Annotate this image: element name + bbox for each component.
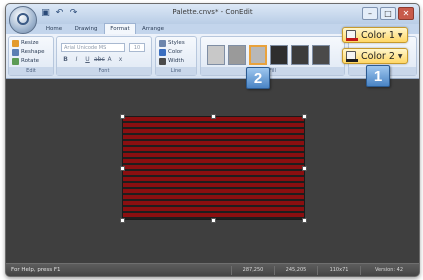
- fill-swatch[interactable]: [228, 45, 246, 65]
- status-help-text: For Help, press F1: [11, 267, 61, 273]
- close-button[interactable]: ✕: [398, 7, 414, 20]
- status-shape-size: 110x71: [317, 266, 360, 275]
- font-color-button[interactable]: A: [105, 56, 114, 64]
- resize-handle-ne[interactable]: [302, 114, 307, 119]
- line-color-button[interactable]: Color: [159, 48, 182, 56]
- shape-stripe: [123, 127, 304, 129]
- line-styles-button[interactable]: Styles: [159, 39, 185, 47]
- resize-icon: [12, 39, 19, 47]
- line-styles-label: Styles: [168, 40, 185, 46]
- fill-group-label: Fill: [201, 67, 344, 75]
- shape-stripe: [123, 211, 304, 213]
- resize-handle-e[interactable]: [302, 166, 307, 171]
- reshape-button[interactable]: Reshape: [12, 48, 45, 56]
- font-group: Arial Unicode MS 10 B I U abc A x Font: [56, 36, 152, 76]
- resize-button[interactable]: Resize: [12, 39, 39, 47]
- fill-swatch[interactable]: [207, 45, 225, 65]
- font-size-field[interactable]: 10: [129, 43, 145, 52]
- status-version: Version: 42: [360, 266, 417, 275]
- font-format-buttons: B I U abc A x: [61, 56, 125, 64]
- color1-button[interactable]: Color 1 ▼: [342, 27, 408, 43]
- clear-format-button[interactable]: x: [116, 56, 125, 64]
- status-shape-position: 245,205: [274, 266, 317, 275]
- shape-stripe: [123, 133, 304, 135]
- reshape-icon: [12, 48, 19, 56]
- window-title: Palette.cnvs* - ConEdit: [172, 8, 253, 16]
- line-width-button[interactable]: Width: [159, 57, 184, 65]
- chevron-down-icon: ▼: [397, 52, 403, 60]
- edit-group-label: Edit: [9, 67, 53, 75]
- color2-label: Color 2: [361, 50, 395, 62]
- app-logo-icon: [17, 13, 29, 25]
- status-cursor-position: 287,250: [231, 266, 274, 275]
- status-bar: For Help, press F1 287,250 245,205 110x7…: [6, 263, 419, 276]
- bold-button[interactable]: B: [61, 56, 70, 64]
- font-name-field[interactable]: Arial Unicode MS: [61, 43, 125, 52]
- line-color-label: Color: [168, 49, 183, 55]
- shape-stripe: [123, 145, 304, 147]
- shape-stripe: [123, 121, 304, 123]
- line-width-label: Width: [168, 58, 184, 64]
- drawing-canvas[interactable]: [6, 79, 419, 263]
- fill-swatch[interactable]: [291, 45, 309, 65]
- app-menu-button[interactable]: [9, 6, 37, 34]
- tab-drawing[interactable]: Drawing: [70, 24, 102, 34]
- line-width-icon: [159, 57, 166, 65]
- title-bar: ▣ ↶ ↷ Palette.cnvs* - ConEdit – □ ✕: [6, 4, 419, 24]
- resize-handle-sw[interactable]: [120, 218, 125, 223]
- resize-handle-se[interactable]: [302, 218, 307, 223]
- reshape-label: Reshape: [21, 49, 45, 55]
- shape-stripe: [123, 163, 304, 165]
- fill-swatch-selected[interactable]: [249, 45, 267, 65]
- window-controls: – □ ✕: [362, 7, 414, 20]
- rotate-button[interactable]: Rotate: [12, 57, 39, 65]
- paint-bucket-icon: [346, 50, 358, 62]
- fill-group: Fill: [200, 36, 345, 76]
- line-group: Styles Color Width Line: [155, 36, 197, 76]
- callout-badge-1: 1: [366, 65, 390, 87]
- shape-stripe: [123, 151, 304, 153]
- paint-bucket-icon: [346, 29, 358, 41]
- shape-stripe: [123, 181, 304, 183]
- font-group-label: Font: [57, 67, 151, 75]
- selected-striped-rectangle[interactable]: [122, 116, 305, 220]
- minimize-button[interactable]: –: [362, 7, 378, 20]
- edit-group: Resize Reshape Rotate Edit: [8, 36, 54, 76]
- color1-label: Color 1: [361, 29, 395, 41]
- color2-button[interactable]: Color 2 ▼: [342, 48, 408, 64]
- tab-home[interactable]: Home: [40, 24, 68, 34]
- chevron-down-icon: ▼: [397, 31, 403, 39]
- shape-stripe: [123, 187, 304, 189]
- rotate-icon: [12, 57, 19, 65]
- maximize-button[interactable]: □: [380, 7, 396, 20]
- shape-stripe: [123, 139, 304, 141]
- tab-arrange[interactable]: Arrange: [138, 24, 168, 34]
- resize-handle-n[interactable]: [211, 114, 216, 119]
- shape-stripe: [123, 175, 304, 177]
- shape-stripe: [123, 205, 304, 207]
- line-color-icon: [159, 48, 166, 56]
- underline-button[interactable]: U: [83, 56, 92, 64]
- italic-button[interactable]: I: [72, 56, 81, 64]
- line-styles-icon: [159, 39, 166, 47]
- resize-label: Resize: [21, 40, 39, 46]
- shape-stripe: [123, 169, 304, 171]
- shape-stripe: [123, 199, 304, 201]
- strikethrough-button[interactable]: abc: [94, 56, 105, 64]
- resize-handle-nw[interactable]: [120, 114, 125, 119]
- shape-stripe: [123, 157, 304, 159]
- callout-badge-2: 2: [246, 67, 270, 89]
- shape-stripe: [123, 193, 304, 195]
- fill-swatch[interactable]: [312, 45, 330, 65]
- resize-handle-s[interactable]: [211, 218, 216, 223]
- app-window: ▣ ↶ ↷ Palette.cnvs* - ConEdit – □ ✕ Home…: [5, 3, 420, 277]
- line-group-label: Line: [156, 67, 196, 75]
- resize-handle-w[interactable]: [120, 166, 125, 171]
- rotate-label: Rotate: [21, 58, 40, 64]
- fill-swatch[interactable]: [270, 45, 288, 65]
